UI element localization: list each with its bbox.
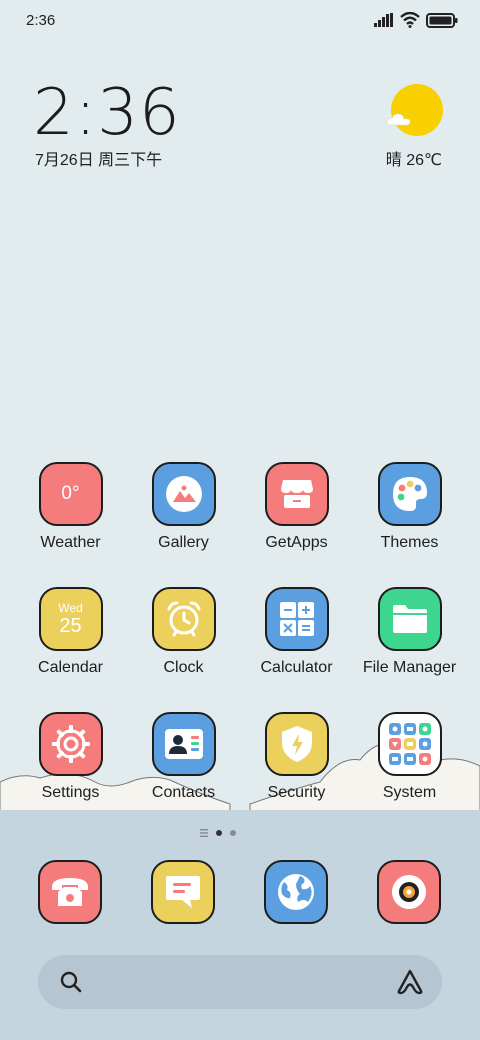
status-icons	[374, 12, 458, 28]
contact-card-icon	[164, 729, 203, 759]
clock-icon[interactable]	[151, 587, 216, 651]
security-icon[interactable]	[264, 712, 329, 776]
search-bar[interactable]	[38, 955, 442, 1009]
getapps-icon[interactable]	[264, 462, 329, 526]
app-label: System	[382, 784, 437, 801]
alarm-clock-icon	[167, 601, 200, 637]
dock-messaging[interactable]	[151, 860, 215, 924]
app-label: Clock	[163, 659, 204, 676]
cloud-icon	[386, 113, 411, 126]
message-bubble-icon	[166, 876, 200, 908]
menu-lines-icon	[200, 829, 208, 837]
app-security[interactable]: Security	[240, 712, 353, 802]
calculator-icon[interactable]	[264, 587, 329, 651]
palette-icon	[392, 477, 427, 511]
gear-icon	[51, 725, 90, 763]
calendar-date: 25	[59, 614, 82, 637]
system-folder-icon[interactable]	[377, 712, 442, 776]
page-dot[interactable]	[230, 830, 236, 836]
camera-lens-icon	[392, 875, 426, 909]
image-icon	[165, 476, 202, 512]
dock-phone[interactable]	[38, 860, 102, 924]
app-label: Calculator	[260, 659, 333, 676]
app-label: Weather	[40, 534, 101, 551]
store-icon	[280, 480, 313, 508]
status-bar: 2:36	[0, 0, 480, 40]
clock-widget-date: 7月26日 周三下午	[35, 152, 163, 169]
calendar-icon[interactable]: Wed 25	[38, 587, 103, 651]
search-icon[interactable]	[60, 971, 82, 993]
app-label: Calendar	[38, 659, 103, 676]
dock-camera[interactable]	[377, 860, 441, 924]
app-weather[interactable]: 0° Weather	[14, 462, 127, 552]
dock-browser[interactable]	[264, 860, 328, 924]
page-dot-active[interactable]	[216, 830, 222, 836]
sunny-cloud-icon[interactable]	[391, 84, 443, 136]
app-label: Security	[267, 784, 326, 801]
app-label: Settings	[41, 784, 100, 801]
app-gallery[interactable]: Gallery	[127, 462, 240, 552]
app-file-manager[interactable]: File Manager	[353, 587, 466, 677]
wifi-icon	[400, 12, 420, 28]
signal-icon	[374, 13, 393, 27]
globe-icon	[278, 874, 314, 910]
app-label: Themes	[380, 534, 439, 551]
contacts-icon[interactable]	[151, 712, 216, 776]
folder-grid-icon	[388, 723, 431, 765]
app-settings[interactable]: Settings	[14, 712, 127, 802]
app-system-folder[interactable]: System	[353, 712, 466, 802]
app-themes[interactable]: Themes	[353, 462, 466, 552]
weather-text: 晴 26℃	[385, 152, 442, 169]
app-contacts[interactable]: Contacts	[127, 712, 240, 802]
app-label: Gallery	[158, 534, 209, 551]
app-label: Contacts	[151, 784, 216, 801]
app-getapps[interactable]: GetApps	[240, 462, 353, 552]
assistant-icon[interactable]	[396, 969, 424, 995]
file-manager-icon[interactable]	[377, 587, 442, 651]
gallery-icon[interactable]	[151, 462, 216, 526]
app-label: File Manager	[362, 659, 457, 676]
calendar-day: Wed	[58, 600, 83, 615]
page-indicator[interactable]	[200, 829, 236, 837]
calculator-keys-icon	[279, 602, 314, 636]
themes-icon[interactable]	[377, 462, 442, 526]
weather-icon[interactable]: 0°	[38, 462, 103, 526]
phone-icon	[52, 878, 88, 906]
status-time: 2:36	[26, 12, 56, 29]
app-clock[interactable]: Clock	[127, 587, 240, 677]
app-calculator[interactable]: Calculator	[240, 587, 353, 677]
shield-icon	[281, 726, 312, 762]
folder-icon	[392, 605, 427, 633]
app-calendar[interactable]: Wed 25 Calendar	[14, 587, 127, 677]
app-label: GetApps	[265, 534, 328, 551]
weather-icon-text: 0°	[61, 483, 80, 504]
settings-icon[interactable]	[38, 712, 103, 776]
battery-icon	[426, 12, 458, 28]
clock-widget-time[interactable]: 2:36	[33, 76, 181, 150]
